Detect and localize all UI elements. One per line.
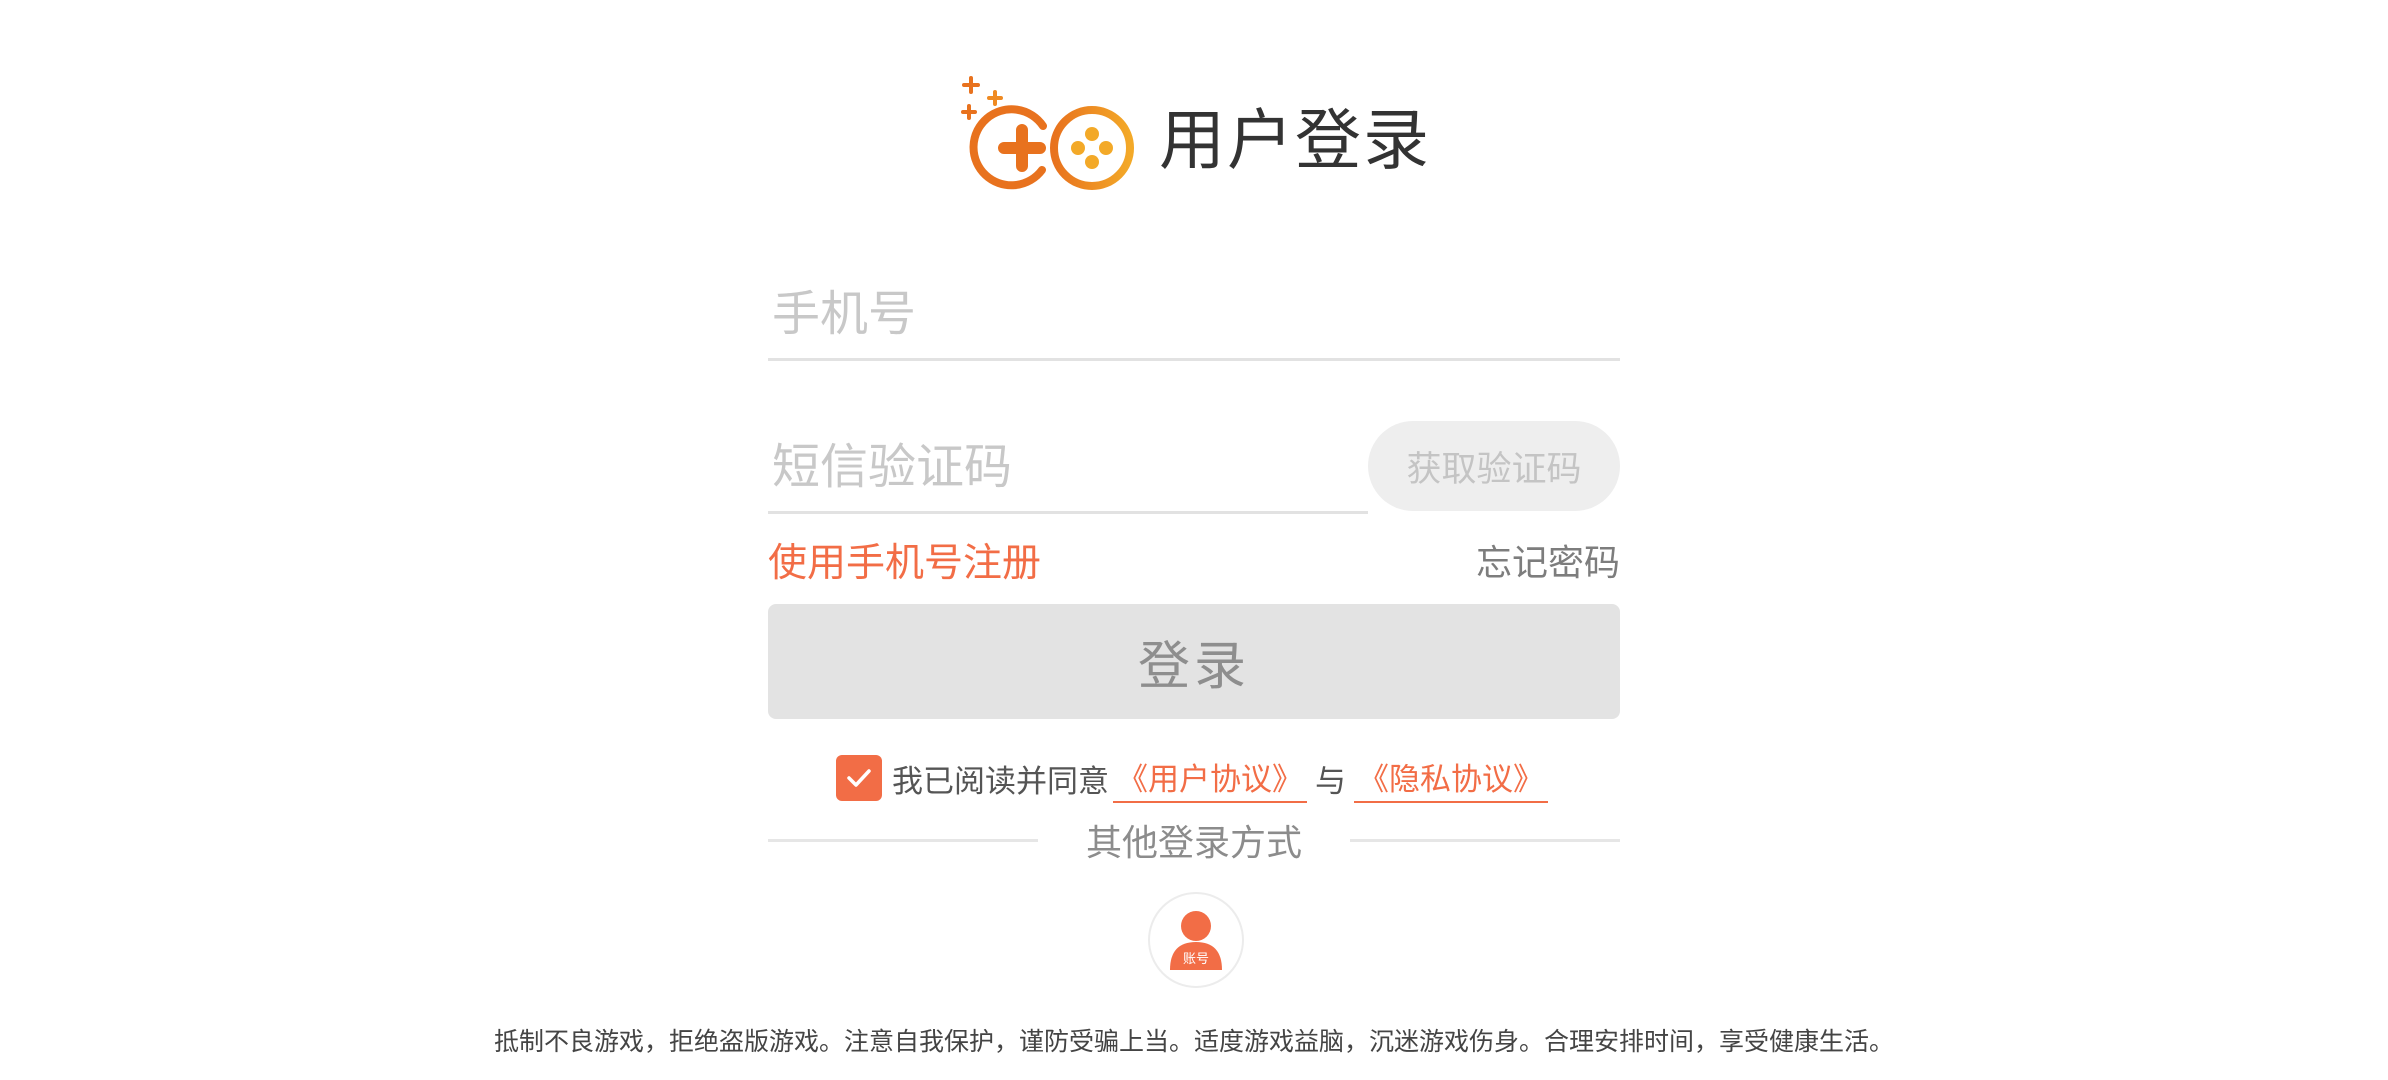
header: 用户登录 [0,70,2388,200]
agreement-row: 我已阅读并同意 《用户协议》 与 《隐私协议》 [768,750,1620,806]
user-agreement-link[interactable]: 《用户协议》 [1113,754,1307,803]
agreement-text: 我已阅读并同意 [892,763,1109,800]
auth-links: 使用手机号注册 忘记密码 [768,532,1620,588]
account-login-label: 账号 [1183,952,1209,967]
checkmark-icon [847,769,871,787]
other-login-label: 其他登录方式 [1086,823,1303,864]
account-login-button[interactable]: 账号 [1148,892,1244,988]
forgot-password-link[interactable]: 忘记密码 [1476,534,1620,586]
agreement-conjunction: 与 [1315,763,1346,800]
phone-input[interactable] [768,286,1620,342]
phone-field[interactable] [768,270,1620,361]
privacy-agreement-link[interactable]: 《隐私协议》 [1354,754,1548,803]
get-code-button[interactable]: 获取验证码 [1368,421,1620,511]
login-button[interactable]: 登录 [768,604,1620,719]
divider-line-left [768,838,1038,842]
sms-code-field[interactable] [768,423,1368,514]
anti-addiction-notice: 抵制不良游戏，拒绝盗版游戏。注意自我保护，谨防受骗上当。适度游戏益脑，沉迷游戏伤… [493,1027,1894,1056]
user-account-icon: 账号 [1170,911,1222,970]
other-login-divider: 其他登录方式 [768,815,1621,865]
divider-line-right [1350,838,1621,842]
page-title: 用户登录 [1159,102,1431,179]
agreement-checkbox[interactable] [836,755,882,801]
game-controller-logo-icon [961,76,1134,190]
register-link[interactable]: 使用手机号注册 [768,532,1041,588]
sms-code-input[interactable] [768,439,1368,495]
